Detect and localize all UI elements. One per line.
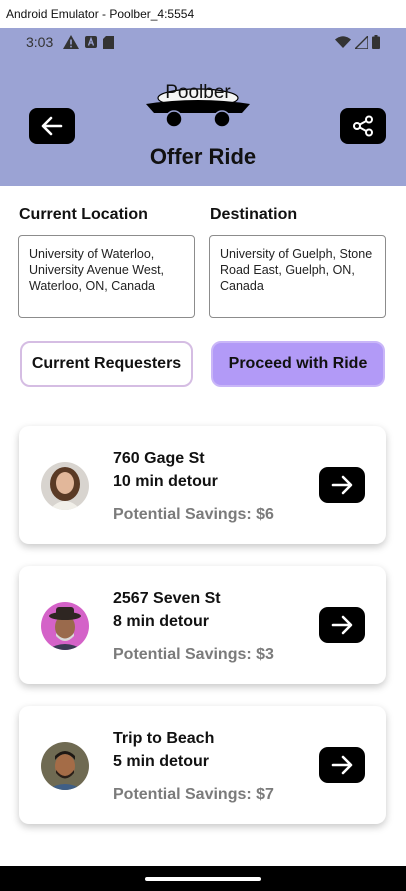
request-card[interactable]: 760 Gage St 10 min detour Potential Savi…	[19, 426, 386, 544]
avatar-man-icon	[41, 742, 89, 790]
share-icon	[353, 115, 373, 137]
request-detour: 10 min detour	[113, 473, 218, 490]
signal-icon	[355, 35, 368, 49]
arrow-right-icon	[331, 475, 353, 495]
destination-field[interactable]: University of Guelph, Stone Road East, G…	[209, 235, 386, 318]
request-detour: 5 min detour	[113, 753, 210, 770]
request-title: 2567 Seven St	[113, 590, 221, 607]
window-title: Android Emulator - Poolber_4:5554	[0, 0, 406, 28]
a-notification-icon	[85, 36, 97, 48]
logo-text: Poolber	[165, 82, 231, 103]
navigation-bar	[0, 866, 406, 891]
current-requesters-button[interactable]: Current Requesters	[20, 341, 193, 387]
sd-card-icon	[103, 35, 114, 49]
current-location-field[interactable]: University of Waterloo, University Avenu…	[18, 235, 195, 318]
avatar-woman-icon	[41, 462, 89, 510]
arrow-right-icon	[331, 755, 353, 775]
wifi-icon	[335, 36, 351, 48]
request-title: Trip to Beach	[113, 730, 215, 747]
request-detour: 8 min detour	[113, 613, 210, 630]
status-time: 3:03	[26, 34, 54, 50]
request-savings: Potential Savings: $7	[113, 786, 274, 803]
arrow-right-icon	[331, 615, 353, 635]
request-savings: Potential Savings: $6	[113, 506, 274, 523]
home-gesture-handle[interactable]	[145, 877, 261, 881]
avatar-man-hat-icon	[41, 602, 89, 650]
request-card[interactable]: Trip to Beach 5 min detour Potential Sav…	[19, 706, 386, 824]
warning-icon	[63, 35, 79, 49]
app-header: 3:03 Poolber Offer Ride	[0, 28, 406, 186]
open-request-button[interactable]	[319, 467, 365, 503]
request-title: 760 Gage St	[113, 450, 205, 467]
battery-icon	[372, 35, 380, 49]
poolber-logo: Poolber	[144, 80, 252, 130]
open-request-button[interactable]	[319, 607, 365, 643]
proceed-with-ride-button[interactable]: Proceed with Ride	[211, 341, 385, 387]
arrow-left-icon	[41, 116, 63, 136]
request-card[interactable]: 2567 Seven St 8 min detour Potential Sav…	[19, 566, 386, 684]
request-savings: Potential Savings: $3	[113, 646, 274, 663]
share-button[interactable]	[340, 108, 386, 144]
back-button[interactable]	[29, 108, 75, 144]
destination-label: Destination	[210, 206, 298, 223]
status-bar: 3:03	[0, 28, 406, 56]
current-location-label: Current Location	[19, 206, 148, 223]
open-request-button[interactable]	[319, 747, 365, 783]
page-title: Offer Ride	[149, 144, 257, 169]
